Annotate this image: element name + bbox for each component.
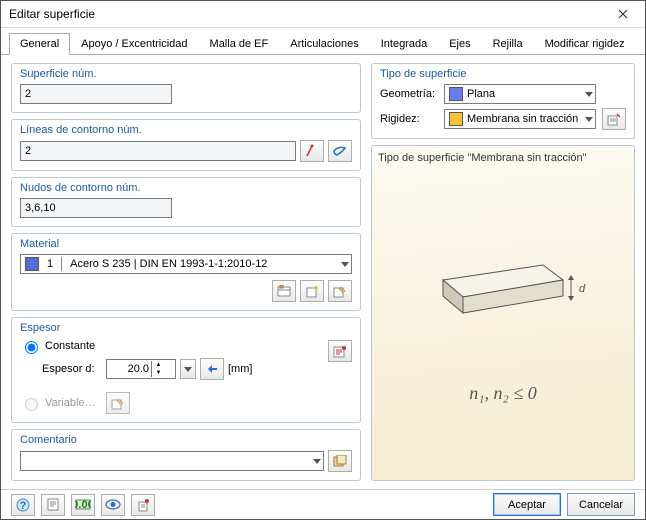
- thickness-unit: [mm]: [228, 363, 252, 375]
- cancel-button[interactable]: Cancelar: [567, 493, 635, 516]
- group-boundary-lines: Líneas de contorno núm.: [11, 119, 361, 171]
- tab-malla[interactable]: Malla de EF: [199, 33, 280, 55]
- geometry-swatch: [449, 87, 463, 101]
- preview-panel: Tipo de superficie "Membrana sin tracció…: [371, 145, 635, 481]
- footer-pin-button[interactable]: [131, 494, 155, 516]
- slab-illustration: d: [413, 235, 593, 365]
- tab-rejilla[interactable]: Rejilla: [482, 33, 534, 55]
- tab-ejes[interactable]: Ejes: [438, 33, 481, 55]
- preview-title: Tipo de superficie "Membrana sin tracció…: [378, 152, 628, 164]
- dialog-footer: ? 0.00 Aceptar Cancelar: [1, 489, 645, 519]
- thickness-variable-radio: [25, 398, 38, 411]
- group-title-surface-type: Tipo de superficie: [380, 68, 626, 80]
- material-library-button[interactable]: [272, 280, 296, 302]
- thickness-constant-radio[interactable]: [25, 341, 38, 354]
- group-material: Material 1 Acero S 235 | DIN EN 1993-1-1…: [11, 233, 361, 311]
- boundary-lines-input[interactable]: [20, 141, 296, 161]
- material-new-button[interactable]: [300, 280, 324, 302]
- titlebar: Editar superficie: [1, 1, 645, 28]
- footer-view-button[interactable]: [101, 494, 125, 516]
- thickness-spinner[interactable]: ▲▼: [106, 359, 176, 379]
- group-surface-no: Superficie núm.: [11, 63, 361, 113]
- group-boundary-nodes: Nudos de contorno núm.: [11, 177, 361, 227]
- dropdown-caret-icon: [585, 88, 593, 100]
- stiffness-label: Rigidez:: [380, 113, 438, 125]
- material-select[interactable]: 1 Acero S 235 | DIN EN 1993-1-1:2010-12: [20, 254, 352, 274]
- preview-canvas: d n₁, n₂ ≤ 0: [378, 164, 628, 474]
- thickness-pick-button[interactable]: [200, 358, 224, 380]
- group-surface-type: Tipo de superficie Geometría: Plana Rigi…: [371, 63, 635, 139]
- right-column: Tipo de superficie Geometría: Plana Rigi…: [371, 63, 635, 481]
- content-area: Superficie núm. Líneas de contorno núm. …: [1, 55, 645, 489]
- material-text: Acero S 235 | DIN EN 1993-1-1:2010-12: [70, 258, 267, 270]
- material-edit-button[interactable]: [328, 280, 352, 302]
- dialog-window: Editar superficie General Apoyo / Excent…: [0, 0, 646, 520]
- spinner-buttons[interactable]: ▲▼: [151, 361, 165, 377]
- help-button[interactable]: ?: [11, 494, 35, 516]
- ok-button[interactable]: Aceptar: [493, 493, 561, 516]
- thickness-value-input[interactable]: [107, 361, 151, 377]
- geometry-value: Plana: [467, 88, 495, 100]
- stiffness-value: Membrana sin tracción: [467, 113, 578, 125]
- thickness-info-button[interactable]: [328, 340, 352, 362]
- geometry-select[interactable]: Plana: [444, 84, 596, 104]
- thickness-dropdown-button[interactable]: [180, 359, 196, 379]
- divider: [61, 257, 62, 271]
- svg-text:0.00: 0.00: [75, 499, 91, 511]
- stiffness-swatch: [449, 112, 463, 126]
- footer-units-button[interactable]: 0.00: [71, 494, 95, 516]
- thickness-variable-edit-button[interactable]: [106, 392, 130, 414]
- material-swatch: [25, 257, 39, 271]
- comment-combo[interactable]: [20, 451, 324, 471]
- stiffness-edit-button[interactable]: [602, 108, 626, 130]
- tab-general[interactable]: General: [9, 33, 70, 55]
- preview-formula: n₁, n₂ ≤ 0: [469, 383, 536, 404]
- tab-apoyo[interactable]: Apoyo / Excentricidad: [70, 33, 198, 55]
- dropdown-caret-icon: [341, 258, 349, 270]
- group-title-thickness: Espesor: [20, 322, 352, 334]
- tab-articulaciones[interactable]: Articulaciones: [279, 33, 369, 55]
- svg-text:?: ?: [20, 500, 27, 512]
- group-thickness: Espesor Constante Espesor d: ▲▼: [11, 317, 361, 423]
- dropdown-caret-icon: [585, 113, 593, 125]
- group-title-comment: Comentario: [20, 434, 352, 446]
- stiffness-select[interactable]: Membrana sin tracción: [444, 109, 596, 129]
- tab-integrada[interactable]: Integrada: [370, 33, 438, 55]
- surface-no-input[interactable]: [20, 84, 172, 104]
- select-lines-button[interactable]: [328, 140, 352, 162]
- thickness-constant-label: Constante: [45, 340, 95, 352]
- window-title: Editar superficie: [9, 7, 603, 21]
- group-title-material: Material: [20, 238, 352, 250]
- thickness-variable-label: Variable…: [45, 397, 96, 409]
- svg-text:d: d: [579, 283, 586, 295]
- left-column: Superficie núm. Líneas de contorno núm. …: [11, 63, 361, 481]
- geometry-label: Geometría:: [380, 88, 438, 100]
- group-comment: Comentario: [11, 429, 361, 481]
- boundary-nodes-input[interactable]: [20, 198, 172, 218]
- group-title-surface-no: Superficie núm.: [20, 68, 352, 80]
- thickness-d-label: Espesor d:: [42, 363, 102, 375]
- dropdown-caret-icon: [313, 455, 321, 467]
- group-title-boundary-lines: Líneas de contorno núm.: [20, 124, 352, 136]
- pick-lines-button[interactable]: [300, 140, 324, 162]
- footer-notes-button[interactable]: [41, 494, 65, 516]
- tab-modificar-rigidez[interactable]: Modificar rigidez: [534, 33, 636, 55]
- tab-strip: General Apoyo / Excentricidad Malla de E…: [1, 28, 645, 55]
- group-title-boundary-nodes: Nudos de contorno núm.: [20, 182, 352, 194]
- comment-library-button[interactable]: [328, 450, 352, 472]
- window-close-button[interactable]: [603, 1, 643, 27]
- material-index: 1: [47, 258, 53, 270]
